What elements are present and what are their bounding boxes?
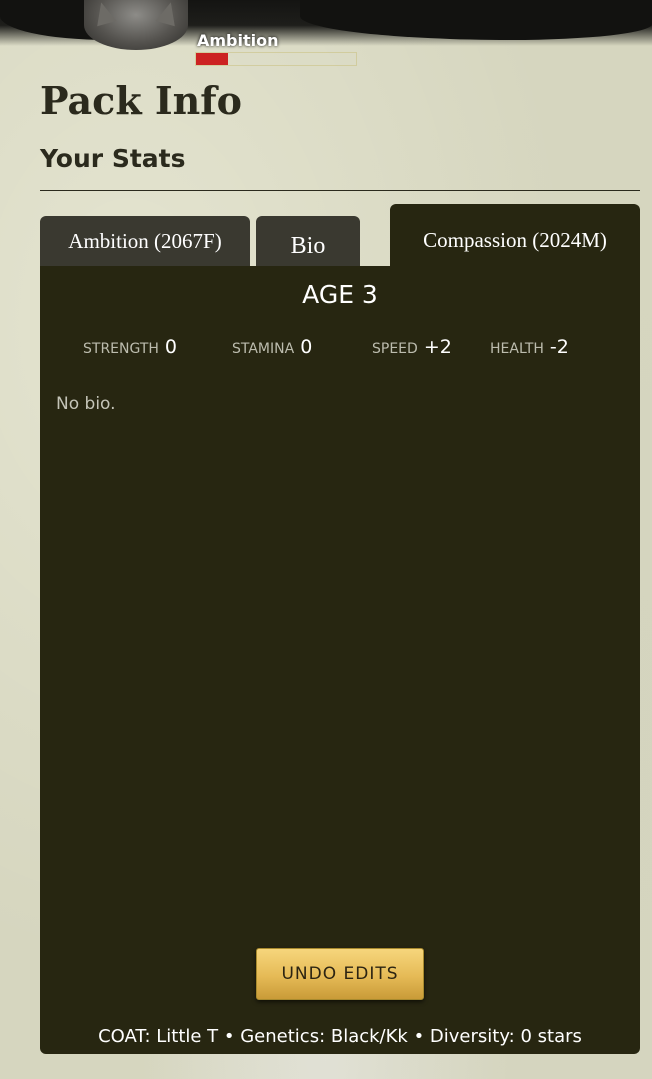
stats-row: STRENGTH 0 STAMINA 0 SPEED +2 HEALTH -2 — [40, 336, 640, 360]
tab-compassion[interactable]: Compassion (2024M) — [390, 204, 640, 268]
stat-label: HEALTH — [490, 341, 544, 357]
stat-value: +2 — [423, 336, 452, 358]
stat-speed: SPEED +2 — [372, 336, 452, 358]
undo-edits-button[interactable]: UNDO EDITS — [256, 948, 424, 1000]
section-title: Your Stats — [40, 144, 186, 173]
stats-panel: AGE 3 STRENGTH 0 STAMINA 0 SPEED +2 HEALTH -… — [40, 266, 640, 1054]
divider — [40, 190, 640, 191]
wolf-name[interactable]: Ambition — [197, 31, 279, 50]
age-heading: AGE 3 — [302, 280, 378, 309]
health-bar — [195, 52, 357, 66]
coat-genetics-footer: COAT: Little T • Genetics: Black/Kk • Di… — [98, 1026, 582, 1047]
stat-health: HEALTH -2 — [490, 336, 569, 358]
health-bar-fill — [196, 53, 228, 65]
stat-stamina: STAMINA 0 — [232, 336, 312, 358]
stat-strength: STRENGTH 0 — [83, 336, 177, 358]
stat-label: STAMINA — [232, 341, 295, 357]
tab-ambition[interactable]: Ambition (2067F) — [40, 216, 250, 266]
stat-value: 0 — [164, 336, 178, 358]
wolf-avatar[interactable] — [84, 0, 188, 50]
stat-label: STRENGTH — [83, 341, 159, 357]
stat-value: 0 — [300, 336, 313, 358]
tab-bio[interactable]: Bio — [256, 216, 360, 266]
stat-value: -2 — [549, 336, 569, 358]
stat-label: SPEED — [372, 341, 418, 357]
bio-text: No bio. — [56, 394, 116, 414]
page-title: Pack Info — [40, 78, 242, 123]
